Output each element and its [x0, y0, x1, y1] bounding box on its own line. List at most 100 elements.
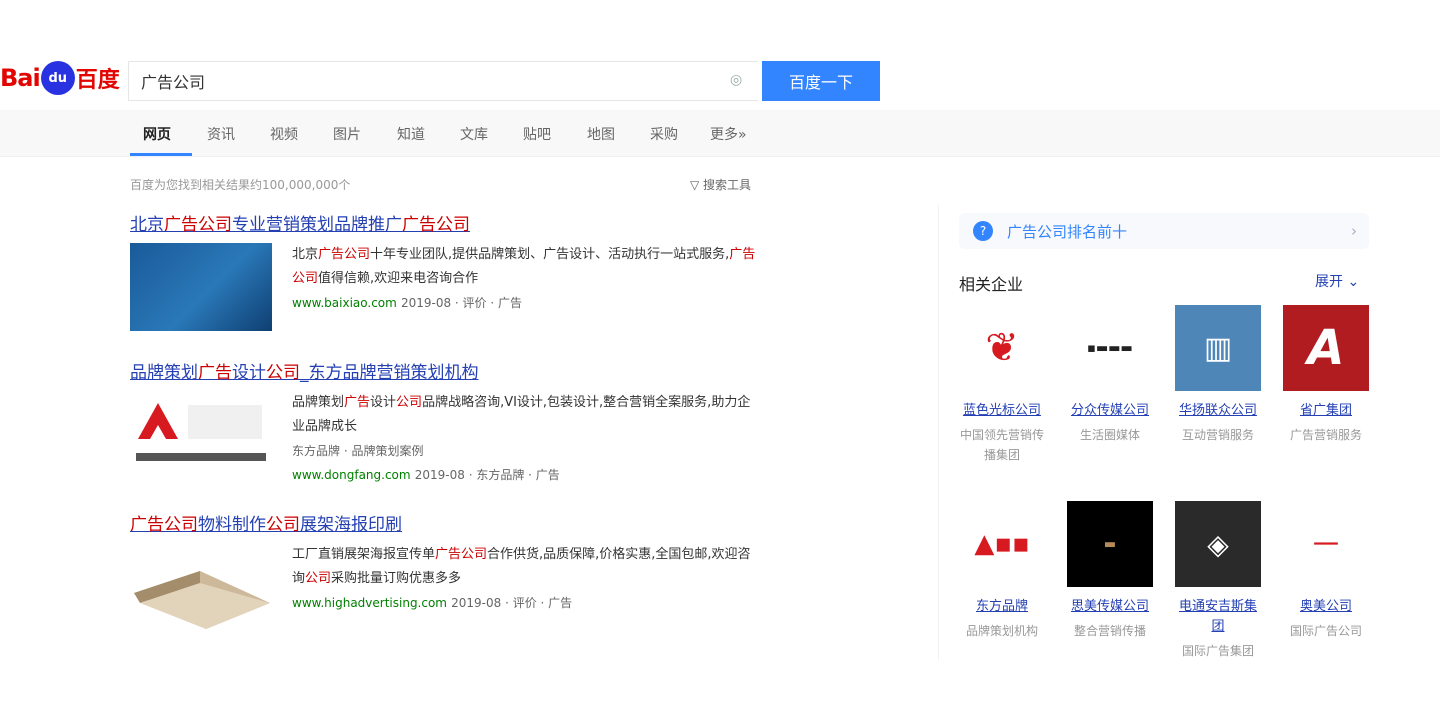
tab-zhidao[interactable]: 知道	[397, 124, 425, 144]
result-url[interactable]: www.dongfang.com	[292, 468, 411, 482]
brand-card[interactable]: ▥ 华扬联众公司 互动营销服务	[1173, 305, 1263, 445]
title-highlight: 广告公司	[164, 215, 232, 235]
tab-purchase[interactable]: 采购	[650, 124, 678, 144]
brand-card[interactable]: ▲▪▪ 东方品牌 品牌策划机构	[957, 501, 1047, 641]
brand-logo: ❦	[959, 305, 1045, 391]
tabs-bar: 网页 资讯 视频 图片 知道 文库 贴吧 地图 采购 更多»	[0, 110, 1440, 157]
product-image	[134, 571, 270, 629]
result-meta: 2019-08 · 评价 · 广告	[451, 596, 573, 610]
expand-label: 展开	[1315, 274, 1343, 290]
brand-logo: ▬	[1067, 501, 1153, 587]
brand-card[interactable]: ▪▬▬▬ 分众传媒公司 生活圈媒体	[1065, 305, 1155, 445]
result-meta: 2019-08 · 评价 · 广告	[400, 296, 522, 310]
brand-logo: ━━━	[1283, 501, 1369, 587]
tab-images[interactable]: 图片	[333, 124, 361, 144]
tab-video[interactable]: 视频	[270, 124, 298, 144]
search-button[interactable]: 百度一下	[762, 61, 880, 101]
result-thumbnail[interactable]	[130, 543, 272, 631]
brand-name[interactable]: 省广集团	[1281, 401, 1371, 421]
brand-card[interactable]: A 省广集团 广告营销服务	[1281, 305, 1371, 445]
title-text: 北京	[130, 215, 164, 235]
brand-desc: 整合营销传播	[1073, 624, 1146, 638]
result-title[interactable]: 北京广告公司专业营销策划品牌推广广告公司	[130, 210, 760, 235]
result-title[interactable]: 广告公司物料制作公司展架海报印刷	[130, 510, 760, 535]
result-snippet: 北京广告公司十年专业团队,提供品牌策划、广告设计、活动执行一站式服务,广告公司值…	[292, 243, 762, 316]
brand-desc: 国际广告集团	[1181, 644, 1254, 658]
title-highlight: 广告	[198, 363, 232, 383]
tab-tieba[interactable]: 贴吧	[523, 124, 551, 144]
brand-card[interactable]: ◈ 电通安吉斯集团 国际广告集团	[1173, 501, 1263, 661]
brand-name[interactable]: 分众传媒公司	[1065, 401, 1155, 421]
brand-logo: ▲▪▪	[959, 501, 1045, 587]
chevron-right-icon: ›	[1351, 222, 1357, 240]
snippet-text: 品牌策划	[292, 395, 345, 410]
brand-name[interactable]: 思美传媒公司	[1065, 597, 1155, 617]
brand-logo-image	[136, 403, 266, 461]
ask-suggestion[interactable]: ? 广告公司排名前十 ›	[959, 213, 1369, 249]
right-panel: ? 广告公司排名前十 › 相关企业 展开 ⌄ ❦ 蓝色光标公司 中国领先营销传播…	[938, 205, 1379, 660]
active-tab-indicator	[130, 153, 192, 156]
title-highlight: 广告公司	[402, 215, 470, 235]
snippet-text: 十年专业团队,提供品牌策划、广告设计、活动执行一站式服务,	[370, 247, 730, 262]
title-text: 专业营销策划品牌推广	[232, 215, 402, 235]
snippet-text: 设计	[370, 395, 397, 410]
brand-desc: 国际广告公司	[1289, 624, 1362, 638]
brand-name[interactable]: 电通安吉斯集团	[1173, 597, 1263, 637]
title-text: 物料制作	[198, 515, 266, 535]
brand-name[interactable]: 蓝色光标公司	[957, 401, 1047, 421]
tab-news[interactable]: 资讯	[207, 124, 235, 144]
result-thumbnail[interactable]	[130, 243, 272, 331]
paw-icon: du	[40, 61, 75, 95]
tab-wenku[interactable]: 文库	[460, 124, 488, 144]
question-icon: ?	[973, 221, 993, 241]
brand-logo: A	[1283, 305, 1369, 391]
logo-text-left: Bai	[0, 64, 41, 92]
baidu-logo[interactable]: Bai du 百度	[0, 56, 120, 100]
tab-web[interactable]: 网页	[143, 124, 171, 144]
search-result: 品牌策划广告设计公司_东方品牌营销策划机构 品牌策划广告设计公司品牌战略咨询,V…	[130, 358, 760, 482]
logo-text-right: 百度	[75, 68, 120, 93]
snippet-text: 采购批量订购优惠多多	[331, 571, 462, 586]
brand-card[interactable]: ❦ 蓝色光标公司 中国领先营销传播集团	[957, 305, 1047, 465]
result-url[interactable]: www.baixiao.com	[292, 296, 397, 310]
snippet-highlight: 广告公司	[435, 547, 488, 562]
brand-card[interactable]: ━━━ 奥美公司 国际广告公司	[1281, 501, 1371, 641]
title-text: 展架海报印刷	[300, 515, 402, 535]
search-result: 北京广告公司专业营销策划品牌推广广告公司 北京广告公司十年专业团队,提供品牌策划…	[130, 210, 760, 333]
result-count: 百度为您找到相关结果约100,000,000个	[130, 178, 351, 192]
search-tools-button[interactable]: ▽ 搜索工具	[690, 176, 751, 193]
title-highlight: 广告公司	[130, 515, 198, 535]
search-result: 广告公司物料制作公司展架海报印刷 工厂直销展架海报宣传单广告公司合作供货,品质保…	[130, 510, 760, 633]
brand-card[interactable]: ▬ 思美传媒公司 整合营销传播	[1065, 501, 1155, 641]
title-text: _东方品牌营销策划机构	[300, 363, 479, 383]
chevron-down-icon: ⌄	[1347, 274, 1360, 290]
snippet-text: 北京	[292, 247, 319, 262]
title-highlight: 公司	[266, 515, 300, 535]
brand-desc: 中国领先营销传播集团	[959, 428, 1044, 462]
brand-name[interactable]: 奥美公司	[1281, 597, 1371, 617]
result-thumbnail[interactable]	[130, 391, 272, 479]
snippet-text: 工厂直销展架海报宣传单	[292, 547, 436, 562]
result-snippet: 品牌策划广告设计公司品牌战略咨询,VI设计,包装设计,整合营销全案服务,助力企业…	[292, 391, 762, 488]
brand-desc: 广告营销服务	[1289, 428, 1362, 442]
brand-logo: ◈	[1175, 501, 1261, 587]
tab-more[interactable]: 更多»	[710, 124, 747, 144]
camera-icon[interactable]: ◎	[730, 72, 748, 88]
snippet-text: 值得信赖,欢迎来电咨询合作	[318, 271, 479, 286]
result-title[interactable]: 品牌策划广告设计公司_东方品牌营销策划机构	[130, 358, 760, 383]
expand-more-button[interactable]: 展开 ⌄	[1315, 271, 1359, 291]
brand-name[interactable]: 东方品牌	[957, 597, 1047, 617]
brand-desc: 品牌策划机构	[965, 624, 1038, 638]
result-url[interactable]: www.highadvertising.com	[292, 596, 447, 610]
ask-text: 广告公司排名前十	[1007, 222, 1128, 241]
search-box: ◎	[128, 61, 758, 101]
brand-name[interactable]: 华扬联众公司	[1173, 401, 1263, 421]
tab-map[interactable]: 地图	[587, 124, 615, 144]
search-input[interactable]	[129, 62, 733, 100]
snippet-highlight: 广告	[344, 395, 371, 410]
snippet-highlight: 广告公司	[318, 247, 371, 262]
header: Bai du 百度 ◎ 百度一下	[0, 0, 1440, 110]
result-meta: 2019-08 · 东方品牌 · 广告	[414, 468, 560, 482]
title-text: 品牌策划	[130, 363, 198, 383]
result-sublinks[interactable]: 东方品牌 · 品牌策划案例	[292, 439, 762, 463]
